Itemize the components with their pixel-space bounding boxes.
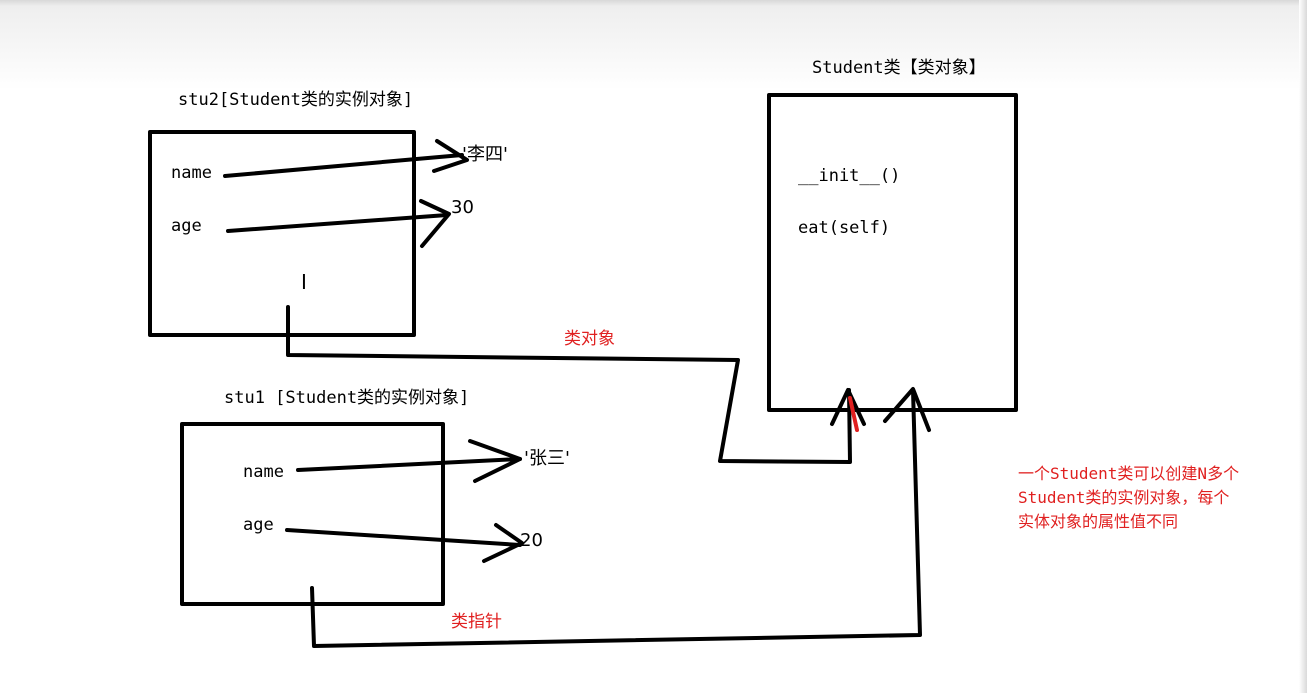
stu2-age-arrowhead — [419, 199, 451, 248]
text-cursor-icon: I — [301, 270, 307, 294]
init-method: __init__() — [798, 166, 901, 186]
stu2-age-value: 30 — [451, 197, 474, 218]
stu1-box — [180, 422, 445, 606]
class-object-label: 类对象 — [564, 329, 615, 349]
eat-method: eat(self) — [798, 218, 891, 238]
explanation-note: 一个Student类可以创建N多个 Student类的实例对象，每个 实体对象的… — [1018, 464, 1240, 531]
stu2-title: stu2[Student类的实例对象] — [178, 90, 414, 110]
class-box — [767, 93, 1018, 412]
stu1-age-attr: age — [243, 515, 274, 535]
stu2-name-arrow — [223, 153, 464, 178]
class-pointer-connector — [310, 388, 922, 648]
stu2-name-attr: name — [171, 163, 212, 183]
class-pointer-label: 类指针 — [451, 612, 502, 632]
class-box-title: Student类【类对象】 — [812, 58, 986, 78]
stu1-title: stu1 [Student类的实例对象] — [224, 388, 470, 408]
stu1-name-arrow — [296, 457, 522, 472]
stu1-name-value: '张三' — [524, 448, 570, 469]
stu2-name-value: '李四' — [462, 144, 508, 165]
stu1-age-value: 20 — [520, 530, 543, 551]
stu1-name-attr: name — [243, 462, 284, 482]
stu1-age-arrow — [285, 528, 522, 547]
stu2-age-attr: age — [171, 216, 202, 236]
